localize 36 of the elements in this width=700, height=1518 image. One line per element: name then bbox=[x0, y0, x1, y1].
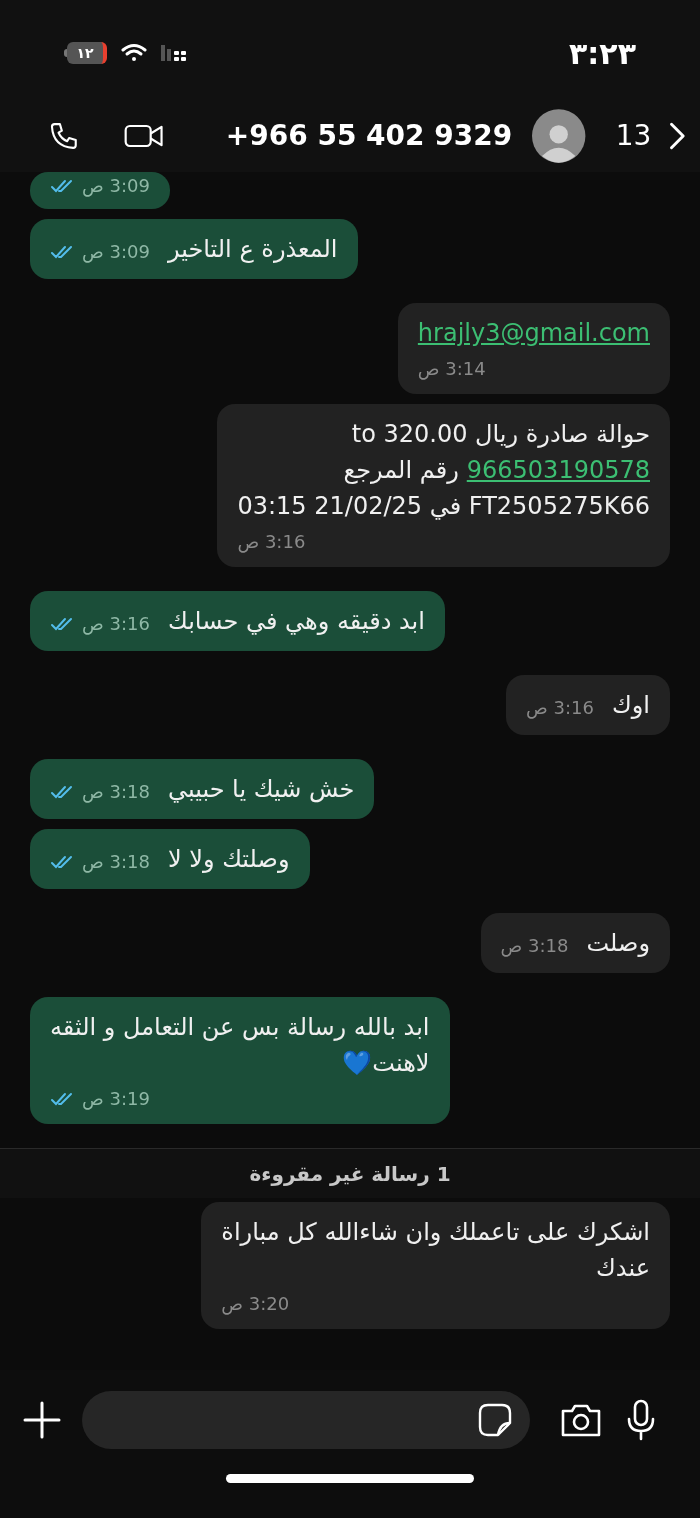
message-link[interactable]: hrajly3@gmail.com bbox=[417, 315, 650, 351]
message-text: اشكرك على تاعملك وان شاءالله كل مباراة bbox=[221, 1217, 650, 1248]
message-text: FT2505275K66 في 21/02/25 03:15 bbox=[237, 491, 650, 522]
wifi-icon bbox=[121, 43, 147, 63]
microphone-icon[interactable] bbox=[626, 1399, 656, 1441]
message-time: 3:14 ص bbox=[417, 357, 486, 382]
message-time: 3:09 ص bbox=[82, 174, 150, 199]
message-text: المعذرة ع التاخير bbox=[167, 234, 338, 265]
message-text: لاهنت💙 bbox=[342, 1048, 430, 1079]
contact-name[interactable]: +966 55 402 9329 bbox=[225, 115, 513, 157]
message-text: ابد بالله رسالة بس عن التعامل و الثقه bbox=[50, 1012, 430, 1043]
message-time: 3:18 ص bbox=[500, 934, 569, 959]
camera-icon[interactable] bbox=[560, 1402, 602, 1438]
message-text: اوك bbox=[611, 690, 650, 721]
message-text: حوالة صادرة ريال 320.00 to bbox=[351, 419, 650, 450]
back-count[interactable]: 13 bbox=[615, 115, 652, 157]
message-time: 3:18 ص bbox=[82, 780, 150, 805]
message-time: 3:18 ص bbox=[82, 850, 150, 875]
plus-icon[interactable] bbox=[22, 1400, 62, 1440]
message-time: 3:19 ص bbox=[82, 1087, 150, 1112]
message-text: عندك bbox=[596, 1253, 650, 1284]
message-text: رقم المرجع bbox=[343, 455, 459, 486]
unread-label: 1 رسالة غير مقروءة bbox=[249, 1160, 451, 1188]
message-time: 3:16 ص bbox=[526, 696, 594, 721]
message-text: ابد دقيقه وهي في حسابك bbox=[167, 606, 425, 637]
message-time: 3:16 ص bbox=[82, 612, 150, 637]
message-time: 3:20 ص bbox=[221, 1292, 290, 1317]
message-time: 3:09 ص bbox=[82, 240, 150, 265]
message-time: 3:16 ص bbox=[237, 530, 306, 555]
message-text: خش شيك يا حبيبي bbox=[167, 774, 355, 805]
message-text: وصلت bbox=[586, 928, 650, 959]
status-time: ٣:٢٣ bbox=[569, 34, 636, 73]
message-link[interactable]: 966503190578 bbox=[466, 452, 650, 488]
sticker-icon[interactable] bbox=[478, 1403, 512, 1437]
message-text: وصلتك ولا لا bbox=[167, 844, 290, 875]
battery-icon: ١٢ bbox=[64, 42, 107, 64]
